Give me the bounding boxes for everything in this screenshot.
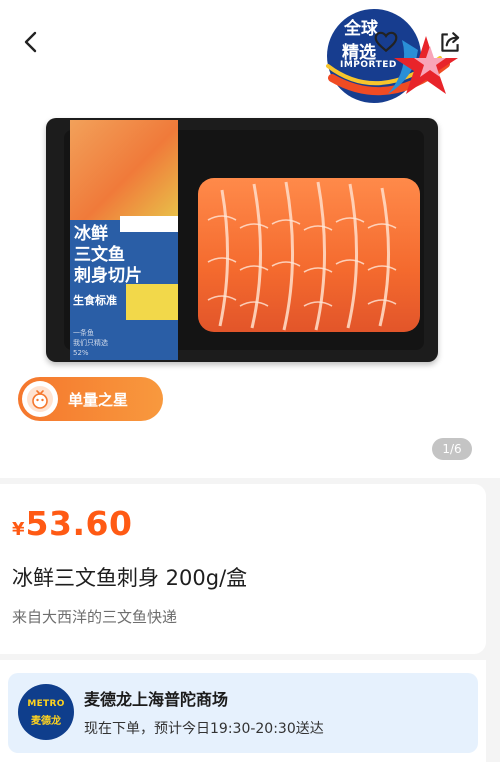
store-logo-text: METRO (27, 699, 65, 709)
salmon-slices (198, 178, 420, 332)
store-logo-cn: 麦德龙 (31, 716, 61, 727)
package-label-standard: 生食标准 (73, 294, 117, 307)
back-button[interactable] (14, 24, 50, 60)
store-logo: METRO 麦德龙 (18, 684, 74, 740)
bestseller-label: 单量之星 (68, 391, 129, 409)
product-subtitle: 来自大西洋的三文鱼快递 (12, 608, 178, 626)
product-title: 冰鲜三文鱼刺身 200g/盒 (12, 566, 248, 590)
store-card[interactable] (8, 673, 478, 753)
price-value: 53.60 (25, 504, 133, 543)
package-label-title: 冰鲜 三文鱼 刺身切片 (74, 224, 142, 286)
star-mascot-icon (22, 381, 58, 417)
bestseller-tag: 单量之星 (18, 377, 163, 421)
delivery-estimate: 现在下单，预计今日19:30-20:30送达 (84, 721, 324, 737)
product-gallery[interactable]: 全球 精选 IMPORTED 冰鲜 三文鱼 刺身切片 生食标准 一条鱼 我们只精… (0, 0, 500, 478)
chevron-left-icon (24, 31, 37, 53)
image-pager: 1/6 (432, 438, 472, 460)
currency-symbol: ¥ (12, 519, 25, 540)
store-name[interactable]: 麦德龙上海普陀商场 (84, 686, 228, 710)
badge-line-3: IMPORTED (340, 60, 397, 70)
favorite-button[interactable] (368, 24, 404, 60)
heart-icon (374, 31, 398, 53)
price: ¥ 53.60 (12, 504, 132, 543)
package-label: 冰鲜 三文鱼 刺身切片 生食标准 一条鱼 我们只精选 52% (70, 120, 178, 360)
share-button[interactable] (432, 24, 468, 60)
package-label-note: 一条鱼 我们只精选 52% (73, 329, 108, 357)
share-icon (441, 32, 460, 52)
